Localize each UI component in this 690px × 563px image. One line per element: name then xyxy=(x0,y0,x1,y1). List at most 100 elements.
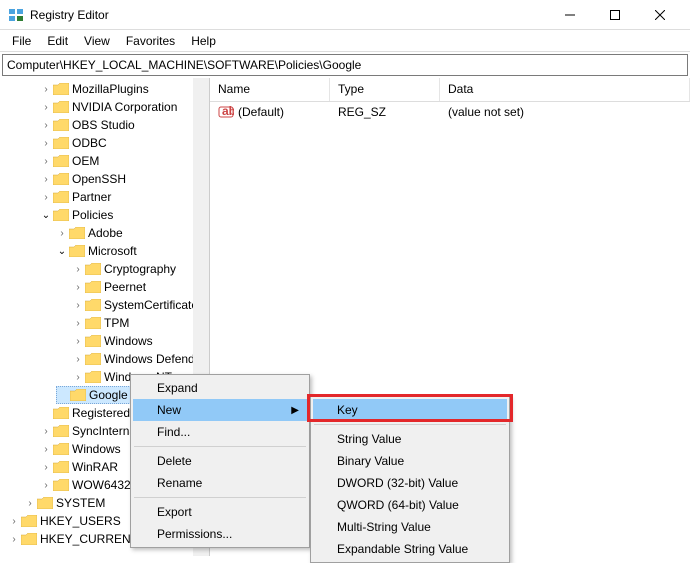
ctx-label: Export xyxy=(157,505,192,519)
tree-node[interactable]: › OpenSSH xyxy=(40,170,209,188)
menubar: File Edit View Favorites Help xyxy=(0,30,690,52)
tree-node[interactable]: ›OBS Studio xyxy=(40,116,209,134)
ctx-new[interactable]: New ▶ xyxy=(133,399,307,421)
expander-icon[interactable]: › xyxy=(72,371,84,383)
ctx-new-expand[interactable]: Expandable String Value xyxy=(313,538,507,560)
folder-icon xyxy=(21,532,37,546)
close-button[interactable] xyxy=(637,1,682,29)
expander-open-icon[interactable]: ⌄ xyxy=(40,209,52,221)
menu-file[interactable]: File xyxy=(4,31,39,51)
tree-node[interactable]: › Adobe xyxy=(56,224,209,242)
ctx-expand[interactable]: Expand xyxy=(133,377,307,399)
folder-icon xyxy=(21,514,37,528)
expander-icon[interactable]: › xyxy=(40,119,52,131)
ctx-export[interactable]: Export xyxy=(133,501,307,523)
ctx-new-dword[interactable]: DWORD (32-bit) Value xyxy=(313,472,507,494)
ctx-new-qword[interactable]: QWORD (64-bit) Value xyxy=(313,494,507,516)
ctx-new-key[interactable]: Key xyxy=(313,399,507,421)
expander-icon[interactable]: › xyxy=(72,299,84,311)
column-data[interactable]: Data xyxy=(440,78,690,101)
folder-icon xyxy=(85,262,101,276)
menu-view[interactable]: View xyxy=(76,31,118,51)
folder-icon xyxy=(70,388,86,402)
folder-icon xyxy=(53,172,69,186)
folder-icon xyxy=(53,442,69,456)
minimize-button[interactable] xyxy=(547,1,592,29)
expander-icon[interactable]: › xyxy=(24,497,36,509)
menu-edit[interactable]: Edit xyxy=(39,31,76,51)
tree-label: Partner xyxy=(72,190,111,204)
expander-open-icon[interactable]: ⌄ xyxy=(56,245,68,257)
tree-node[interactable]: ›Windows xyxy=(72,332,209,350)
tree-label: Policies xyxy=(72,208,113,222)
ctx-label: Expandable String Value xyxy=(337,542,468,556)
ctx-new-binary[interactable]: Binary Value xyxy=(313,450,507,472)
expander-icon[interactable]: › xyxy=(40,137,52,149)
maximize-button[interactable] xyxy=(592,1,637,29)
tree-node[interactable]: ›Peernet xyxy=(72,278,209,296)
expander-icon[interactable]: › xyxy=(40,425,52,437)
expander-icon[interactable]: › xyxy=(72,335,84,347)
ctx-label: Binary Value xyxy=(337,454,404,468)
tree-node[interactable]: ›ODBC xyxy=(40,134,209,152)
menu-help[interactable]: Help xyxy=(183,31,224,51)
expander-icon[interactable]: › xyxy=(40,173,52,185)
folder-icon xyxy=(85,370,101,384)
menu-favorites[interactable]: Favorites xyxy=(118,31,183,51)
ctx-find[interactable]: Find... xyxy=(133,421,307,443)
submenu-arrow-icon: ▶ xyxy=(291,405,299,416)
ctx-label: Expand xyxy=(157,381,198,395)
tree-label: NVIDIA Corporation xyxy=(72,100,177,114)
value-name: (Default) xyxy=(238,105,284,119)
folder-icon xyxy=(53,208,69,222)
expander-icon[interactable]: › xyxy=(72,353,84,365)
ctx-new-string[interactable]: String Value xyxy=(313,428,507,450)
tree-node[interactable]: › Partner xyxy=(40,188,209,206)
address-bar[interactable]: Computer\HKEY_LOCAL_MACHINE\SOFTWARE\Pol… xyxy=(2,54,688,76)
ctx-label: String Value xyxy=(337,432,401,446)
expander-icon[interactable]: › xyxy=(40,461,52,473)
ctx-label: Find... xyxy=(157,425,190,439)
expander-icon[interactable]: › xyxy=(40,101,52,113)
tree-node[interactable]: ›Cryptography xyxy=(72,260,209,278)
expander-icon[interactable]: › xyxy=(72,317,84,329)
expander-icon[interactable]: › xyxy=(72,281,84,293)
ctx-new-multi[interactable]: Multi-String Value xyxy=(313,516,507,538)
ctx-rename[interactable]: Rename xyxy=(133,472,307,494)
expander-icon[interactable]: › xyxy=(40,155,52,167)
ctx-label: DWORD (32-bit) Value xyxy=(337,476,458,490)
tree-label: OpenSSH xyxy=(72,172,126,186)
tree-node-policies[interactable]: ⌄ Policies xyxy=(40,206,209,224)
tree-label: HKEY_USERS xyxy=(40,514,121,528)
tree-node[interactable]: ›Windows Defender xyxy=(72,350,209,368)
tree-node[interactable]: ›OEM xyxy=(40,152,209,170)
ctx-permissions[interactable]: Permissions... xyxy=(133,523,307,545)
context-menu-main: Expand New ▶ Find... Delete Rename Export… xyxy=(130,374,310,548)
tree-node[interactable]: ›MozillaPlugins xyxy=(40,80,209,98)
expander-icon[interactable]: › xyxy=(72,263,84,275)
expander-icon[interactable]: › xyxy=(40,443,52,455)
column-type[interactable]: Type xyxy=(330,78,440,101)
tree-node[interactable]: ›TPM xyxy=(72,314,209,332)
value-row[interactable]: ab (Default) REG_SZ (value not set) xyxy=(210,102,690,122)
ctx-label: Permissions... xyxy=(157,527,232,541)
string-value-icon: ab xyxy=(218,104,234,120)
expander-icon[interactable]: › xyxy=(8,515,20,527)
expander-blank xyxy=(57,389,69,401)
expander-icon[interactable]: › xyxy=(56,227,68,239)
ctx-delete[interactable]: Delete xyxy=(133,450,307,472)
expander-icon[interactable]: › xyxy=(40,479,52,491)
expander-icon[interactable]: › xyxy=(40,83,52,95)
folder-icon xyxy=(53,424,69,438)
context-menu-new: Key String Value Binary Value DWORD (32-… xyxy=(310,396,510,563)
tree-node[interactable]: › NVIDIA Corporation xyxy=(40,98,209,116)
column-name[interactable]: Name xyxy=(210,78,330,101)
folder-icon xyxy=(69,244,85,258)
ctx-label: New xyxy=(157,403,181,417)
tree-node[interactable]: ›SystemCertificates xyxy=(72,296,209,314)
expander-icon[interactable]: › xyxy=(8,533,20,545)
ctx-label: Rename xyxy=(157,476,202,490)
tree-label: Adobe xyxy=(88,226,123,240)
tree-node-microsoft[interactable]: ⌄Microsoft xyxy=(56,242,209,260)
expander-icon[interactable]: › xyxy=(40,191,52,203)
